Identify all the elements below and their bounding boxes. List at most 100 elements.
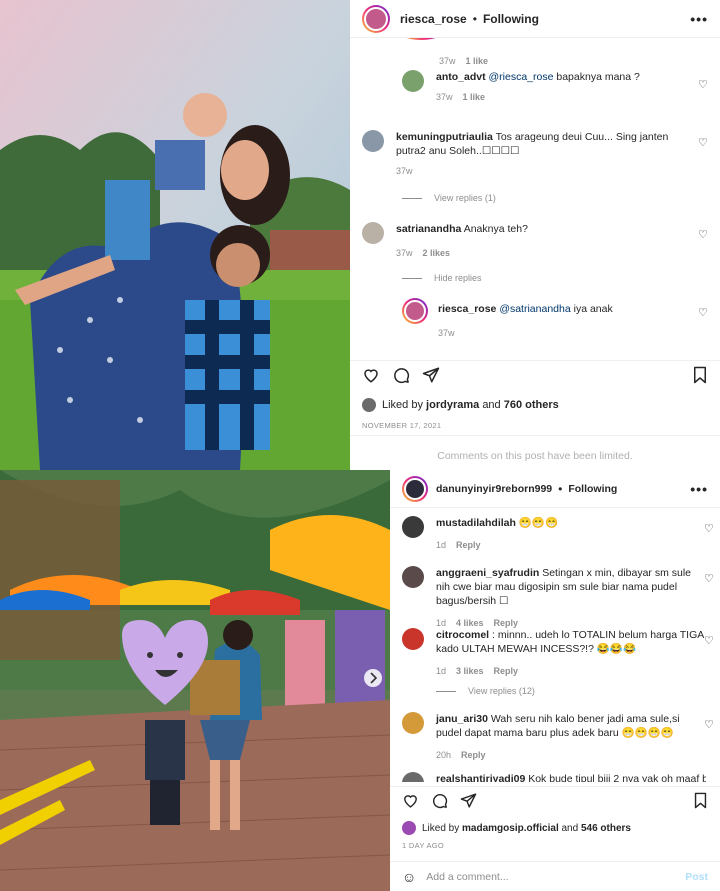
emoji-icon[interactable]: ☺ — [402, 869, 416, 885]
liked-by-user[interactable]: madamgosip.official — [462, 823, 559, 834]
more-options-icon[interactable]: ••• — [690, 481, 708, 497]
reply-button[interactable]: Reply — [494, 618, 519, 628]
liked-by-count[interactable]: 760 others — [504, 399, 559, 411]
comment-username[interactable]: citrocomel — [436, 629, 489, 641]
post1-username[interactable]: riesca_rose — [400, 12, 467, 26]
like-heart-icon[interactable]: ♡ — [704, 634, 714, 647]
post2-username[interactable]: danunyinyir9reborn999 — [436, 483, 552, 495]
comment-icon[interactable] — [431, 792, 448, 809]
comment-time[interactable]: 1d — [436, 666, 446, 676]
more-options-icon[interactable]: ••• — [690, 11, 708, 27]
view-replies-label[interactable]: View replies (12) — [468, 686, 535, 696]
avatar[interactable] — [362, 398, 376, 412]
like-heart-icon[interactable]: ♡ — [704, 522, 714, 535]
following-button[interactable]: Following — [483, 12, 539, 26]
share-icon[interactable] — [422, 366, 440, 384]
comment-likes[interactable]: 1 like — [466, 56, 489, 66]
comment-time[interactable]: 37w — [439, 56, 456, 66]
reply-button[interactable]: Reply — [461, 750, 486, 760]
avatar[interactable] — [362, 130, 384, 152]
share-icon[interactable] — [460, 792, 477, 809]
hide-replies-button[interactable]: Hide replies — [402, 273, 482, 283]
post2-sidebar: danunyinyir9reborn999 • Following ••• mu… — [390, 470, 720, 891]
avatar[interactable] — [402, 70, 424, 92]
liked-by-and: and — [482, 399, 501, 411]
avatar[interactable] — [364, 6, 388, 31]
comment-item: realshantiriyadi09 Kok bude tipul biji 2… — [402, 772, 706, 782]
add-comment-bar: ☺ Add a comment... Post — [390, 861, 720, 891]
view-replies-label[interactable]: View replies (1) — [434, 193, 496, 203]
reply-button[interactable]: Reply — [456, 540, 481, 550]
comment-mention[interactable]: @satrianandha — [499, 303, 570, 315]
avatar[interactable] — [404, 300, 426, 322]
comment-username[interactable]: anto_advt — [436, 71, 486, 83]
comment-icon[interactable] — [392, 366, 410, 384]
comment-time[interactable]: 37w — [438, 328, 455, 338]
liked-by-prefix: Liked by — [382, 399, 423, 411]
comment-username[interactable]: satrianandha — [396, 223, 461, 235]
avatar[interactable] — [402, 628, 424, 650]
avatar[interactable] — [402, 516, 424, 538]
heart-icon[interactable] — [362, 366, 380, 384]
comment-meta: 1d 3 likes Reply — [436, 664, 706, 678]
like-heart-icon[interactable]: ♡ — [704, 572, 714, 585]
comment-username[interactable]: riesca_rose — [438, 303, 496, 315]
comment-mention[interactable]: @riesca_rose — [489, 71, 554, 83]
comment-time[interactable]: 1d — [436, 618, 446, 628]
post1-likes: Liked by jordyrama and 760 others — [362, 398, 559, 412]
comment-username[interactable]: anggraeni_syafrudin — [436, 567, 539, 579]
following-button[interactable]: Following — [568, 483, 617, 495]
comment-text: 😁😁😁 — [515, 517, 559, 529]
separator-dot: • — [558, 481, 563, 496]
comment-username[interactable]: kemuningputriaulia — [396, 131, 493, 143]
post-button[interactable]: Post — [685, 871, 708, 883]
bookmark-icon[interactable] — [693, 792, 708, 809]
comment-item: anggraeni_syafrudin Setingan x min, diba… — [402, 566, 706, 630]
avatar[interactable] — [402, 566, 424, 588]
post2-avatar-ring[interactable] — [402, 475, 428, 502]
post1-avatar-ring[interactable] — [362, 4, 390, 33]
comment-time[interactable]: 20h — [436, 750, 451, 760]
hide-replies-label[interactable]: Hide replies — [434, 273, 482, 283]
comment-likes[interactable]: 1 like — [463, 92, 486, 102]
avatar[interactable] — [402, 821, 416, 835]
comment-meta: 37w 2 likes — [396, 246, 646, 260]
comment-time[interactable]: 37w — [436, 92, 453, 102]
comment-item: janu_ari30 Wah seru nih kalo bener jadi … — [402, 712, 706, 762]
reply-button[interactable]: Reply — [494, 666, 519, 676]
avatar[interactable] — [402, 712, 424, 734]
comment-meta: 1d Reply — [436, 538, 706, 552]
heart-icon[interactable] — [402, 792, 419, 809]
comment-username[interactable]: mustadilahdilah — [436, 517, 516, 529]
comment-meta: 37w — [438, 326, 688, 340]
view-replies-button[interactable]: View replies (1) — [402, 193, 496, 203]
post1-action-bar — [350, 360, 720, 388]
post1-date: NOVEMBER 17, 2021 — [362, 421, 442, 430]
comment-username[interactable]: realshantiriyadi09 — [436, 773, 525, 782]
comment-likes[interactable]: 3 likes — [456, 666, 484, 676]
avatar[interactable] — [362, 222, 384, 244]
comment-likes[interactable]: 4 likes — [456, 618, 484, 628]
comment-time[interactable]: 37w — [396, 166, 413, 176]
comments-limited-notice: Comments on this post have been limited. — [350, 435, 720, 462]
liked-by-count[interactable]: 546 others — [581, 823, 631, 834]
comment-item: mustadilahdilah 😁😁😁 1d Reply — [402, 516, 706, 552]
avatar[interactable] — [404, 477, 426, 500]
liked-by-prefix: Liked by — [422, 822, 460, 834]
comment-likes[interactable]: 2 likes — [423, 248, 451, 258]
comment-item: citrocomel : minnn.. udeh lo TOTALIN bel… — [402, 628, 706, 678]
comment-username[interactable]: janu_ari30 — [436, 713, 488, 725]
like-heart-icon[interactable]: ♡ — [698, 306, 708, 319]
post1-photo — [0, 0, 350, 470]
like-heart-icon[interactable]: ♡ — [698, 228, 708, 241]
bookmark-icon[interactable] — [692, 366, 708, 384]
like-heart-icon[interactable]: ♡ — [704, 718, 714, 731]
avatar[interactable] — [402, 772, 424, 782]
liked-by-user[interactable]: jordyrama — [426, 399, 479, 411]
like-heart-icon[interactable]: ♡ — [698, 136, 708, 149]
comment-time[interactable]: 37w — [396, 248, 413, 258]
comment-time[interactable]: 1d — [436, 540, 446, 550]
add-comment-input[interactable]: Add a comment... — [426, 871, 508, 883]
view-replies-button[interactable]: View replies (12) — [436, 686, 535, 696]
like-heart-icon[interactable]: ♡ — [698, 78, 708, 91]
